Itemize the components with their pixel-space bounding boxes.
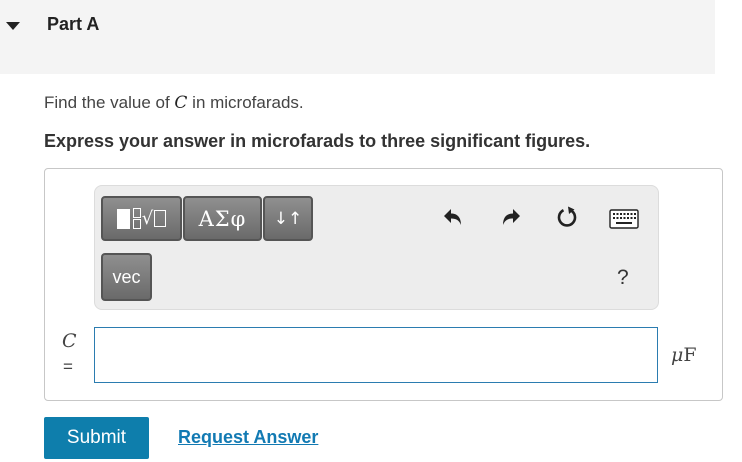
unit-symbol: F	[683, 344, 697, 366]
part-title: Part A	[47, 14, 100, 34]
placeholder-box-icon	[154, 210, 167, 227]
help-button[interactable]: ?	[617, 266, 629, 290]
reset-icon[interactable]	[555, 205, 579, 229]
collapse-triangle-icon[interactable]	[6, 22, 20, 30]
keyboard-icon[interactable]	[609, 209, 639, 229]
request-answer-link[interactable]: Request Answer	[178, 427, 318, 448]
vector-button[interactable]: vec	[101, 253, 152, 301]
question-suffix: in microfarads.	[187, 93, 304, 112]
greek-symbols-button[interactable]: ΑΣφ	[183, 196, 262, 241]
arrows-button[interactable]: ↓↑	[263, 196, 313, 241]
question-prefix: Find the value of	[44, 93, 175, 112]
fraction-template-icon	[132, 208, 141, 229]
unit-prefix: μ	[671, 344, 684, 366]
unit-label: μF	[671, 344, 697, 366]
question-variable: C	[174, 93, 188, 113]
answer-instruction: Express your answer in microfarads to th…	[44, 131, 591, 151]
part-header: Part A	[0, 0, 715, 74]
templates-icon	[116, 208, 130, 229]
question-text: Find the value of C in microfarads.	[44, 93, 304, 113]
redo-icon[interactable]	[498, 205, 522, 229]
undo-icon[interactable]	[442, 205, 466, 229]
submit-button[interactable]: Submit	[44, 417, 149, 459]
sqrt-template-icon: √	[141, 207, 154, 229]
answer-input[interactable]	[94, 327, 658, 383]
answer-variable-label: C	[62, 330, 77, 352]
equals-sign: =	[63, 357, 73, 376]
templates-button[interactable]: √	[101, 196, 182, 241]
